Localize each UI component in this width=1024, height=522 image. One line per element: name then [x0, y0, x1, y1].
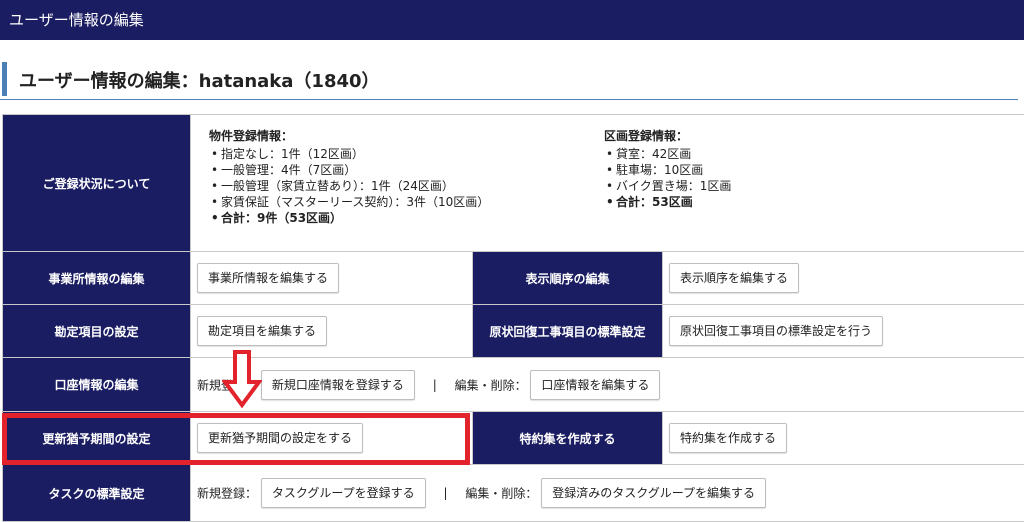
bank-edit-label: 口座情報の編集: [3, 358, 191, 412]
edit-office-button[interactable]: 事業所情報を編集する: [197, 263, 339, 293]
property-info: 物件登録情報： 指定なし：1件（12区画） 一般管理：4件（7区画） 一般管理（…: [209, 127, 604, 226]
section-info: 区画登録情報： 貸室：42区画 駐車場：10区画 バイク置き場：1区画 合計：5…: [604, 127, 999, 226]
page-title-section: ユーザー情報の編集：hatanaka（1840）: [0, 62, 1018, 100]
registration-row: ご登録状況について 物件登録情報： 指定なし：1件（12区画） 一般管理：4件（…: [3, 115, 1024, 252]
renewal-grace-label: 更新猶予期間の設定: [3, 412, 191, 465]
special-terms-label: 特約集を作成する: [473, 412, 663, 465]
section-info-list: 貸室：42区画 駐車場：10区画 バイク置き場：1区画 合計：53区画: [604, 146, 999, 210]
list-item: 貸室：42区画: [604, 146, 999, 162]
separator: |: [443, 486, 447, 500]
list-item: 一般管理：4件（7区画）: [209, 162, 604, 178]
section-info-heading: 区画登録情報：: [604, 127, 999, 144]
office-edit-cell: 事業所情報を編集する: [191, 252, 473, 305]
task-new-label: 新規登録：: [197, 487, 257, 501]
renewal-row: 更新猶予期間の設定 更新猶予期間の設定をする 特約集を作成する 特約集を作成する: [3, 412, 1024, 465]
property-info-list: 指定なし：1件（12区画） 一般管理：4件（7区画） 一般管理（家賃立替あり）：…: [209, 146, 604, 226]
restoration-setting-cell: 原状回復工事項目の標準設定を行う: [663, 305, 1024, 358]
display-order-label: 表示順序の編集: [473, 252, 663, 305]
create-special-terms-button[interactable]: 特約集を作成する: [669, 423, 787, 453]
registration-status-label: ご登録状況について: [3, 115, 191, 252]
accounts-row: 勘定項目の設定 勘定項目を編集する 原状回復工事項目の標準設定 原状回復工事項目…: [3, 305, 1024, 358]
restoration-setting-label: 原状回復工事項目の標準設定: [473, 305, 663, 358]
accounts-setting-label: 勘定項目の設定: [3, 305, 191, 358]
page-title: ユーザー情報の編集：hatanaka（1840）: [19, 67, 380, 93]
office-edit-label: 事業所情報の編集: [3, 252, 191, 305]
bank-edit-delete-label: 編集・削除：: [455, 378, 527, 392]
list-item: 駐車場：10区画: [604, 162, 999, 178]
task-edit-delete-label: 編集・削除：: [465, 487, 537, 501]
accounts-setting-cell: 勘定項目を編集する: [191, 305, 473, 358]
special-terms-cell: 特約集を作成する: [663, 412, 1024, 465]
settings-table: ご登録状況について 物件登録情報： 指定なし：1件（12区画） 一般管理：4件（…: [2, 114, 1024, 522]
bank-edit-cell: 新規登録： 新規口座情報を登録する | 編集・削除： 口座情報を編集する: [191, 358, 1024, 412]
section-total: 合計：53区画: [604, 194, 999, 210]
list-item: 指定なし：1件（12区画）: [209, 146, 604, 162]
title-accent-bar: [2, 62, 7, 96]
separator: |: [433, 378, 437, 392]
list-item: 家賃保証（マスターリース契約）：3件（10区画）: [209, 194, 604, 210]
set-renewal-grace-button[interactable]: 更新猶予期間の設定をする: [197, 423, 363, 453]
bank-row: 口座情報の編集 新規登録： 新規口座情報を登録する | 編集・削除： 口座情報を…: [3, 358, 1024, 412]
top-header-bar: ユーザー情報の編集: [0, 0, 1024, 40]
restoration-setting-button[interactable]: 原状回復工事項目の標準設定を行う: [669, 316, 883, 346]
property-info-heading: 物件登録情報：: [209, 127, 604, 144]
renewal-grace-cell: 更新猶予期間の設定をする: [191, 412, 473, 465]
header-title: ユーザー情報の編集: [9, 11, 144, 29]
office-row: 事業所情報の編集 事業所情報を編集する 表示順序の編集 表示順序を編集する: [3, 252, 1024, 305]
bank-new-label: 新規登録：: [197, 378, 257, 392]
register-bank-account-button[interactable]: 新規口座情報を登録する: [261, 370, 415, 400]
task-standard-label: タスクの標準設定: [3, 465, 191, 522]
task-standard-cell: 新規登録： タスクグループを登録する | 編集・削除： 登録済みのタスクグループ…: [191, 465, 1024, 522]
edit-task-groups-button[interactable]: 登録済みのタスクグループを編集する: [541, 478, 766, 508]
display-order-cell: 表示順序を編集する: [663, 252, 1024, 305]
register-task-group-button[interactable]: タスクグループを登録する: [261, 478, 426, 508]
task-row: タスクの標準設定 新規登録： タスクグループを登録する | 編集・削除： 登録済…: [3, 465, 1024, 522]
list-item: バイク置き場：1区画: [604, 178, 999, 194]
edit-display-order-button[interactable]: 表示順序を編集する: [669, 263, 799, 293]
edit-bank-account-button[interactable]: 口座情報を編集する: [530, 370, 660, 400]
property-total: 合計：9件（53区画）: [209, 210, 604, 226]
registration-info-cell: 物件登録情報： 指定なし：1件（12区画） 一般管理：4件（7区画） 一般管理（…: [191, 115, 1024, 252]
edit-accounts-button[interactable]: 勘定項目を編集する: [197, 316, 327, 346]
list-item: 一般管理（家賃立替あり）：1件（24区画）: [209, 178, 604, 194]
